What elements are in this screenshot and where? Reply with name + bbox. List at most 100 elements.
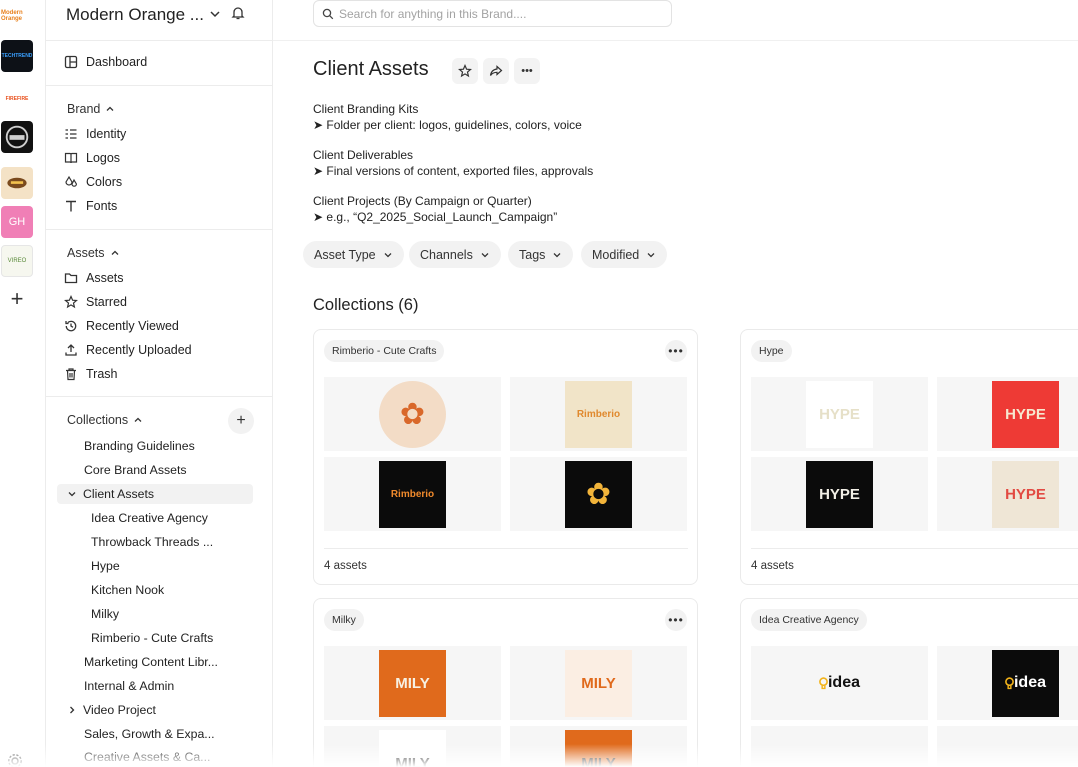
card-more-button[interactable]: ••• — [665, 609, 687, 631]
filter-asset-type[interactable]: Asset Type — [303, 241, 404, 268]
search-bar[interactable] — [313, 0, 672, 27]
brand-tile-label: VIREO — [7, 258, 27, 264]
collection-rimberio[interactable]: Rimberio - Cute Crafts — [91, 628, 213, 648]
chevron-down-icon[interactable] — [208, 7, 222, 21]
nav-recently-viewed[interactable]: Recently Viewed — [64, 316, 179, 336]
brand-tile-badge[interactable] — [1, 121, 33, 153]
nav-identity[interactable]: Identity — [64, 124, 126, 144]
collection-card-hype[interactable]: Hype HYPE HYPE HYPE HYPE 4 assets — [740, 329, 1078, 585]
star-button[interactable] — [452, 58, 478, 84]
asset-thumbnail[interactable]: HYPE — [937, 377, 1078, 451]
brand-tile-firefire[interactable]: FIREFIRE — [1, 83, 33, 115]
card-asset-count: 4 assets — [324, 560, 367, 572]
thumb-milky-cream: MILY — [565, 649, 632, 717]
filter-tags[interactable]: Tags — [508, 241, 574, 268]
collection-creative-assets[interactable]: Creative Assets & Ca... — [84, 747, 210, 767]
asset-thumbnail[interactable]: idea — [937, 646, 1078, 720]
collection-marketing-content[interactable]: Marketing Content Libr... — [84, 652, 218, 672]
nav-label: Trash — [86, 367, 118, 381]
brand-name: Modern Orange ... — [66, 5, 204, 24]
collection-internal-admin[interactable]: Internal & Admin — [84, 676, 174, 696]
nav-starred[interactable]: Starred — [64, 292, 127, 312]
thumb-milky-orange: MILY — [379, 649, 446, 717]
collection-client-assets[interactable]: Client Assets — [57, 484, 253, 504]
thumb-milky-white: MILY — [379, 729, 446, 767]
collection-label: Rimberio - Cute Crafts — [91, 631, 214, 645]
collection-label: Hype — [91, 559, 120, 573]
nav-logos[interactable]: Logos — [64, 148, 120, 168]
asset-thumbnail[interactable]: Rimberio — [510, 377, 687, 451]
collection-video-project[interactable]: Video Project — [67, 700, 156, 720]
nav-dashboard[interactable]: Dashboard — [64, 52, 147, 72]
nav-fonts[interactable]: Fonts — [64, 196, 117, 216]
brand-tile-gh[interactable]: GH — [1, 206, 33, 238]
collection-branding-guidelines[interactable]: Branding Guidelines — [84, 436, 195, 456]
nav-colors[interactable]: Colors — [64, 172, 122, 192]
asset-thumbnail[interactable]: MILY — [324, 726, 501, 767]
chevron-up-icon — [106, 106, 114, 111]
collection-card-milky[interactable]: Milky ••• MILY MILY MILY MILY — [313, 598, 698, 767]
filter-label: Channels — [420, 247, 473, 262]
collection-card-rimberio[interactable]: Rimberio - Cute Crafts ••• ✿ Rimberio Ri… — [313, 329, 698, 585]
asset-thumbnail[interactable]: HYPE — [937, 457, 1078, 531]
filter-modified[interactable]: Modified — [581, 241, 668, 268]
collection-sales-growth[interactable]: Sales, Growth & Expa... — [84, 724, 215, 744]
asset-thumbnail[interactable]: ✿ — [324, 377, 501, 451]
section-brand[interactable]: Brand — [67, 100, 115, 118]
asset-thumbnail[interactable] — [751, 726, 928, 767]
page-title: Client Assets — [313, 58, 429, 80]
bell-icon[interactable] — [230, 5, 246, 21]
brand-tile-label: FIREFIRE — [5, 96, 29, 102]
lightbulb-icon — [1005, 676, 1014, 689]
collection-milky[interactable]: Milky — [91, 604, 119, 624]
nav-trash[interactable]: Trash — [64, 364, 118, 384]
nav-recently-uploaded[interactable]: Recently Uploaded — [64, 340, 192, 360]
asset-thumbnail[interactable]: MILY — [510, 646, 687, 720]
trash-icon — [66, 368, 76, 381]
brand-tile-modern-orange[interactable]: Modern Orange — [1, 0, 33, 32]
section-collections[interactable]: Collections — [67, 411, 143, 429]
asset-thumbnail[interactable]: HYPE — [751, 457, 928, 531]
nav-label: Recently Uploaded — [86, 343, 192, 357]
search-input[interactable] — [339, 6, 659, 21]
thumb-rimberio-round: ✿ — [379, 380, 446, 448]
filter-channels[interactable]: Channels — [409, 241, 501, 268]
type-icon — [66, 200, 76, 212]
description-detail: ➤ e.g., “Q2_2025_Social_Launch_Campaign” — [313, 210, 558, 224]
asset-thumbnail[interactable] — [937, 726, 1078, 767]
brand-tile-craft[interactable] — [1, 167, 33, 199]
add-collection-button[interactable]: + — [228, 408, 254, 434]
idea-wordmark: idea — [827, 674, 860, 691]
divider — [46, 85, 273, 86]
nav-assets[interactable]: Assets — [64, 268, 124, 288]
thumb-hype-black: HYPE — [806, 460, 873, 528]
app-window: Modern Orange TECHTREND FIREFIRE GH VIRE… — [0, 0, 1078, 767]
chevron-down-icon — [384, 252, 392, 257]
section-label: Brand — [67, 102, 101, 116]
card-more-button[interactable]: ••• — [665, 340, 687, 362]
asset-thumbnail[interactable]: Rimberio — [324, 457, 501, 531]
settings-gear-icon[interactable] — [6, 752, 24, 767]
asset-thumbnail[interactable]: idea — [751, 646, 928, 720]
collection-label: Creative Assets & Ca... — [84, 750, 211, 764]
divider — [46, 229, 273, 230]
chevron-down-icon — [553, 252, 561, 257]
collection-throwback-threads[interactable]: Throwback Threads ... — [91, 532, 213, 552]
collection-card-idea-creative-agency[interactable]: Idea Creative Agency idea idea — [740, 598, 1078, 767]
asset-thumbnail[interactable]: MILY — [510, 726, 687, 767]
asset-thumbnail[interactable]: MILY — [324, 646, 501, 720]
brand-tile-tech[interactable]: TECHTREND — [1, 40, 33, 72]
collection-idea-creative-agency[interactable]: Idea Creative Agency — [91, 508, 208, 528]
asset-thumbnail[interactable]: ✿ — [510, 457, 687, 531]
share-button[interactable] — [483, 58, 509, 84]
chevron-down-icon — [68, 492, 76, 497]
collection-kitchen-nook[interactable]: Kitchen Nook — [91, 580, 164, 600]
collection-hype[interactable]: Hype — [91, 556, 120, 576]
brand-tile-vireo[interactable]: VIREO — [1, 245, 33, 277]
more-options-button[interactable]: ••• — [514, 58, 540, 84]
section-assets[interactable]: Assets — [67, 244, 120, 262]
add-brand-button[interactable]: + — [5, 288, 29, 312]
craft-logo-icon — [7, 177, 27, 189]
asset-thumbnail[interactable]: HYPE — [751, 377, 928, 451]
collection-core-brand-assets[interactable]: Core Brand Assets — [84, 460, 187, 480]
